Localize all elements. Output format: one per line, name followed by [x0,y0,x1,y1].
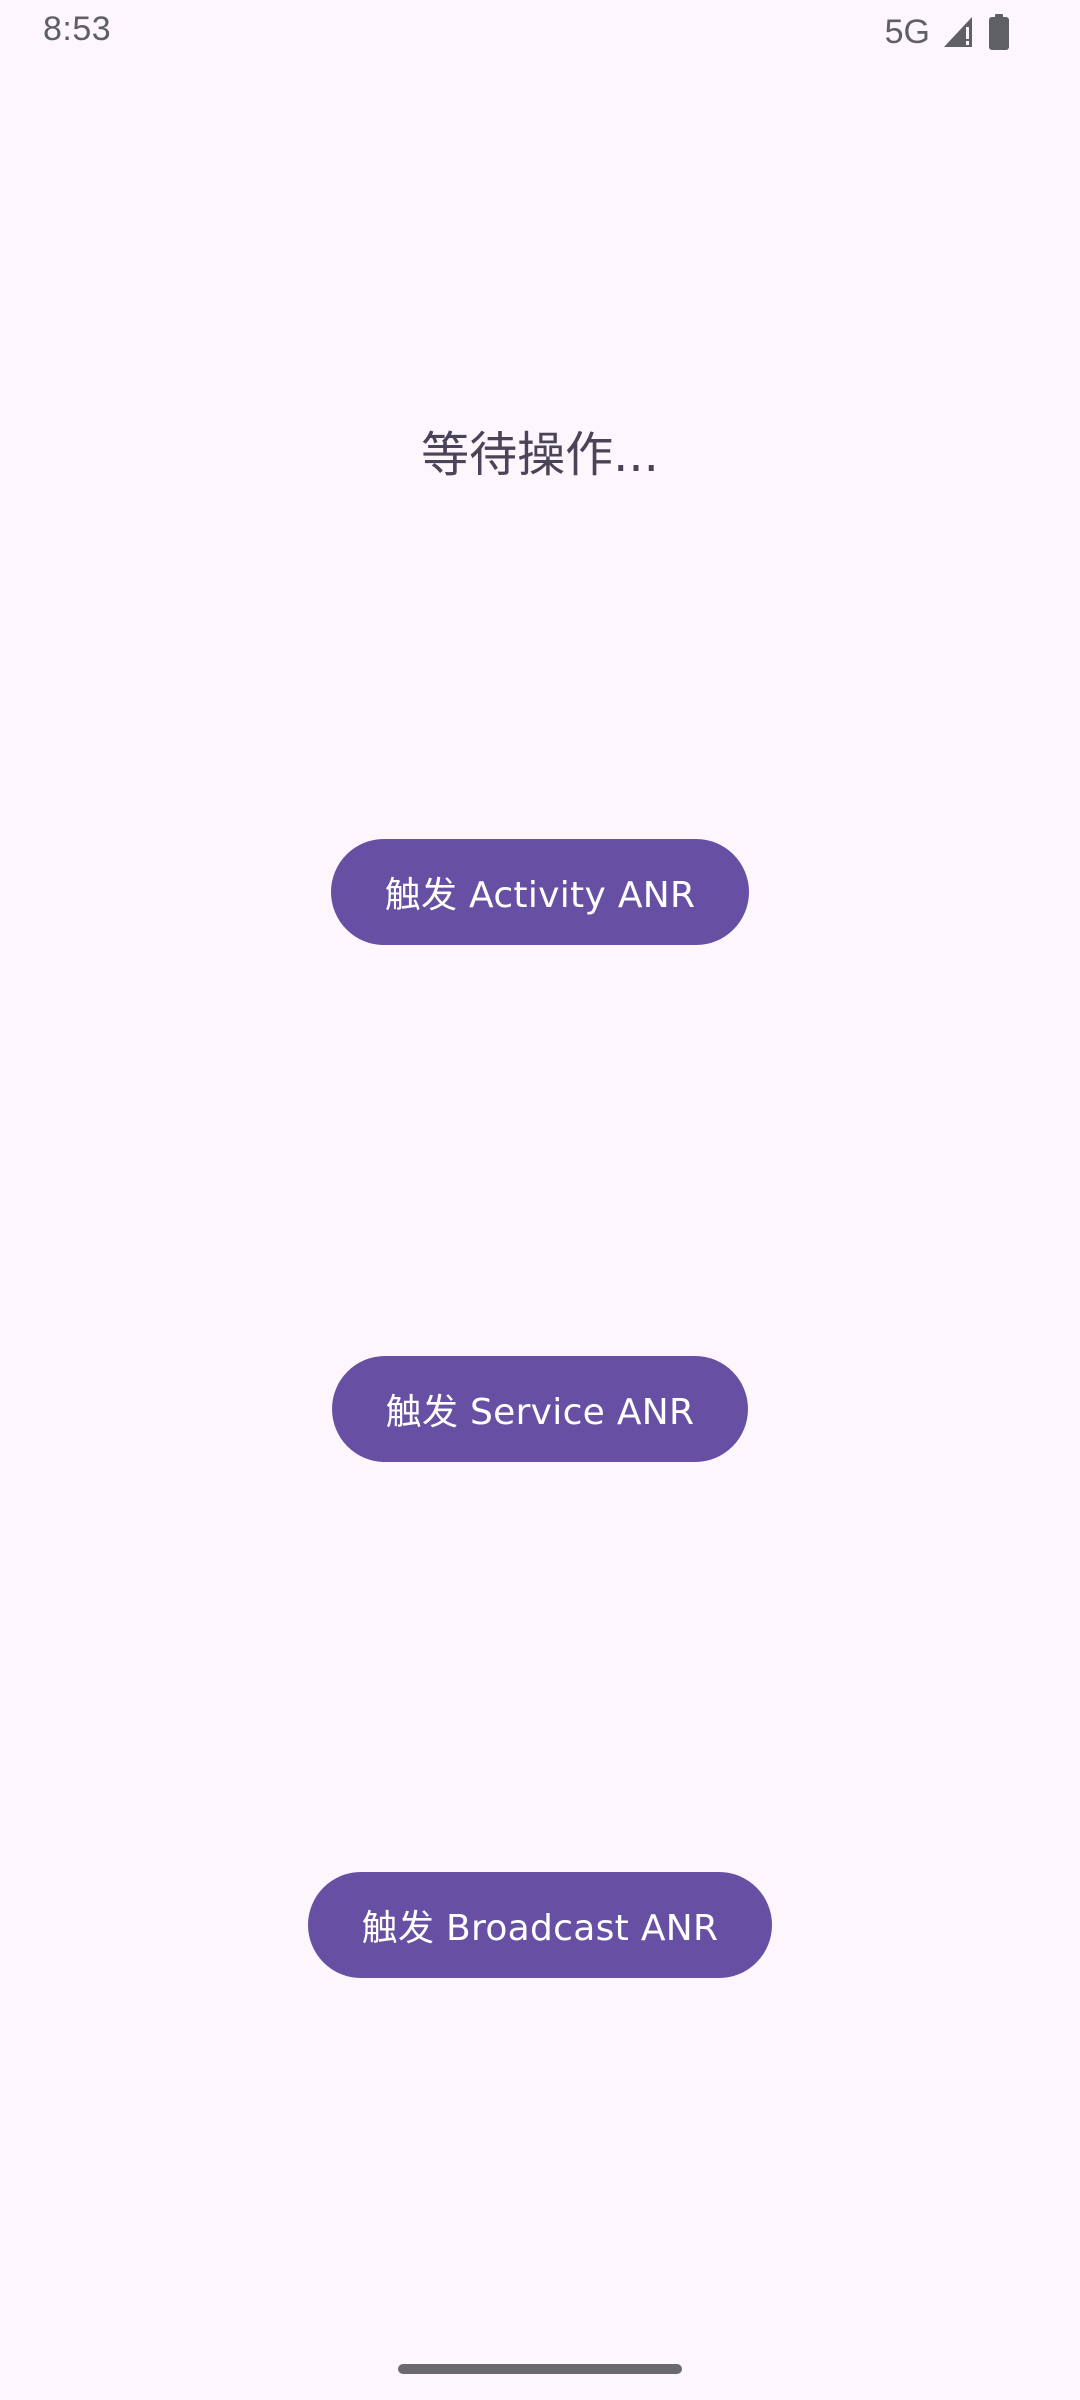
app-screen: 8:53 5G 等待操作... 触发 Activity ANR 触发 Servi… [0,0,1080,2400]
signal-icon [942,15,976,49]
network-type: 5G [884,12,930,51]
status-bar: 8:53 5G [0,0,1080,64]
trigger-broadcast-anr-button[interactable]: 触发 Broadcast ANR [308,1872,772,1978]
trigger-service-anr-button[interactable]: 触发 Service ANR [332,1356,748,1462]
trigger-activity-anr-button[interactable]: 触发 Activity ANR [331,839,749,945]
status-message: 等待操作... [421,427,659,483]
home-gesture-bar[interactable] [398,2364,682,2374]
status-time: 8:53 [43,10,112,48]
status-icons: 5G [885,12,1010,52]
battery-icon [988,14,1010,50]
